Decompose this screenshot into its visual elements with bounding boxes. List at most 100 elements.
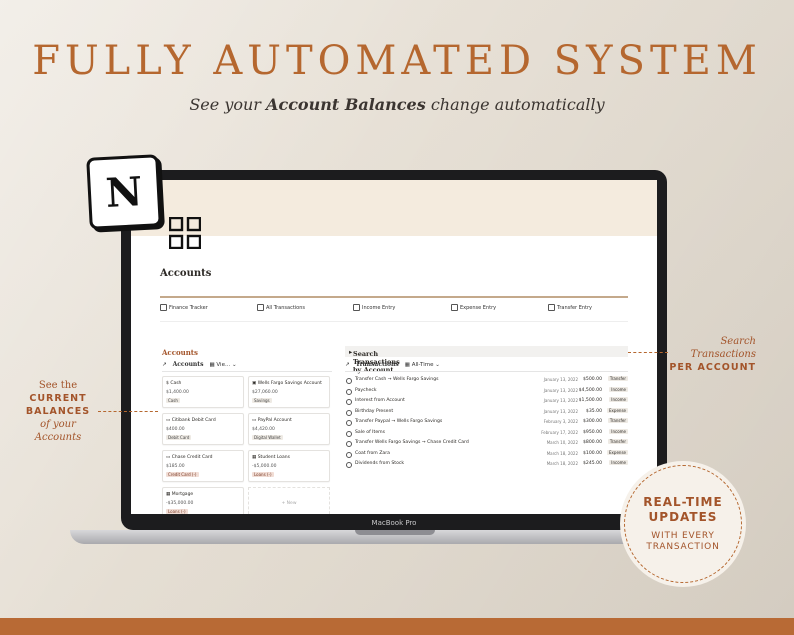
filter-label: All-Time <box>411 361 434 368</box>
tx-name: Birthday Present <box>355 408 394 414</box>
transaction-row[interactable]: Transfer Wells Fargo Savings → Chase Cre… <box>345 439 628 449</box>
account-card-citibank[interactable]: ▭ Citibank Debit Card $400.00 Debit Card <box>162 413 244 445</box>
checkbox-icon[interactable] <box>346 451 352 458</box>
account-label: Mortgage <box>171 492 194 497</box>
account-label: Cash <box>170 381 182 386</box>
tx-type: Transfer <box>607 439 628 444</box>
account-tag: Digital Wallet <box>252 435 283 440</box>
new-account-button[interactable]: + New <box>248 487 330 514</box>
loan-icon: ▦ <box>166 492 171 497</box>
tx-date: March 18, 2022 <box>546 461 578 466</box>
badge-line: UPDATES <box>648 510 718 524</box>
accounts-view-bar: ↗ Accounts ▦ Vie... ⌄ <box>162 361 237 368</box>
account-name: ▭ Chase Credit Card <box>166 455 213 460</box>
account-card-chase[interactable]: ▭ Chase Credit Card $185.00 Credit Card … <box>162 450 244 482</box>
subline-pre: See your <box>189 95 267 114</box>
transaction-row[interactable]: Transfer Paypal → Wells Fargo Savings Feb… <box>345 418 628 428</box>
current-balances-note: See the CURRENT BALANCES of your Account… <box>20 379 96 444</box>
per-account-note: Search Transactions PER ACCOUNT <box>668 335 756 374</box>
account-card-mortgage[interactable]: ▦ Mortgage -$35,000.00 Loans (-) <box>162 487 244 514</box>
title-divider <box>160 296 628 298</box>
subline-post: change automatically <box>425 95 605 114</box>
page-link-icon <box>451 304 458 311</box>
subline: See your Account Balances change automat… <box>0 95 794 114</box>
grid-icon <box>169 217 201 249</box>
bank-icon: ▣ <box>252 381 257 386</box>
account-card-wells-fargo[interactable]: ▣ Wells Fargo Savings Account $27,060.00… <box>248 376 330 408</box>
search-transactions-toggle[interactable]: ▸ Search Transactions by Account <box>345 346 628 374</box>
transaction-row[interactable]: Coat from Zara March 18, 2022 $100.00 Expen… <box>345 449 628 460</box>
checkbox-icon[interactable] <box>346 462 352 468</box>
tx-date: March 10, 2022 <box>546 440 578 445</box>
toggle-label: ▸ Search Transactions by Account <box>349 348 400 374</box>
account-name: ▦ Student Loans <box>252 455 290 460</box>
nav-all-transactions[interactable]: All Transactions <box>257 304 305 311</box>
nav-finance-tracker[interactable]: Finance Tracker <box>160 304 208 311</box>
tx-date: January 13, 2022 <box>543 377 578 382</box>
note-line: BALANCES <box>25 406 91 417</box>
transaction-row[interactable]: Birthday Present January 13, 2022 $35.00 Ex… <box>345 407 628 418</box>
checkbox-icon[interactable] <box>346 378 352 384</box>
transaction-row[interactable]: Sale of Items February 17, 2022 $950.00 Inc… <box>345 428 628 439</box>
account-balance: $1,400.00 <box>166 390 189 395</box>
view-switch[interactable]: ▦ Vie... ⌄ <box>209 362 236 368</box>
dollar-icon: $ <box>166 381 169 386</box>
tx-date: March 18, 2022 <box>546 450 578 456</box>
account-card-student-loans[interactable]: ▦ Student Loans -$5,000.00 Loans (-) <box>248 450 330 482</box>
transaction-row[interactable]: Paycheck January 13, 2022 $4,500.00 Income <box>345 386 628 397</box>
tx-name: Interest from Account <box>355 398 405 403</box>
note-line: Search <box>720 336 756 347</box>
accounts-view-tab[interactable]: Accounts <box>173 361 204 368</box>
checkbox-icon[interactable] <box>346 399 352 405</box>
account-name: ▣ Wells Fargo Savings Account <box>252 381 322 386</box>
nav-income-entry[interactable]: Income Entry <box>353 304 395 311</box>
account-label: Wells Fargo Savings Account <box>257 381 322 386</box>
laptop-screen: Accounts Finance Tracker All Transaction… <box>131 180 657 514</box>
transaction-row[interactable]: Dividends from Stock March 18, 2022 $245.0… <box>345 460 628 470</box>
transactions-view-bar: ↗ Transactions ▦ All-Time ⌄ <box>345 361 440 368</box>
tx-amount: $800.00 <box>583 440 602 445</box>
arrow-icon: ↗ <box>162 361 167 368</box>
account-name: ▭ PayPal Account <box>252 418 292 423</box>
tx-date: January 13, 2022 <box>543 387 578 393</box>
account-tag: Cash <box>166 398 180 403</box>
tx-type: Income <box>609 397 628 402</box>
checkbox-icon[interactable] <box>346 388 352 395</box>
account-name: ▭ Citibank Debit Card <box>166 418 216 423</box>
tx-amount: $100.00 <box>583 450 602 456</box>
badge-line: WITH EVERY <box>651 531 715 541</box>
account-balance: $185.00 <box>166 464 185 469</box>
transaction-row[interactable]: Transfer Cash → Wells Fargo Savings Janua… <box>345 376 628 386</box>
view-switch-label: Vie... <box>216 361 231 368</box>
headline: FULLY AUTOMATED SYSTEM <box>32 38 762 84</box>
tx-type: Expense <box>607 407 628 413</box>
tx-name: Transfer Cash → Wells Fargo Savings <box>355 377 439 382</box>
account-card-paypal[interactable]: ▭ PayPal Account $4,420.00 Digital Walle… <box>248 413 330 445</box>
account-label: Chase Credit Card <box>171 455 213 460</box>
note-line: Transactions <box>690 349 756 360</box>
account-balance: -$5,000.00 <box>252 464 277 469</box>
checkbox-icon[interactable] <box>346 441 352 447</box>
nav-expense-entry[interactable]: Expense Entry <box>451 304 496 311</box>
device-label: MacBook Pro <box>371 519 417 527</box>
tx-name: Dividends from Stock <box>355 461 405 466</box>
account-tag: Loans (-) <box>252 472 274 477</box>
card-icon: ▭ <box>166 418 171 423</box>
tx-name: Paycheck <box>355 387 377 393</box>
checkbox-icon[interactable] <box>346 430 352 437</box>
arrow-icon: ↗ <box>345 361 350 368</box>
checkbox-icon[interactable] <box>346 420 352 426</box>
nav-links: Finance Tracker All Transactions Income … <box>160 304 628 316</box>
nav-label: Finance Tracker <box>169 304 208 311</box>
transaction-row[interactable]: Interest from Account January 13, 2022 $1,… <box>345 397 628 407</box>
left-leader-line <box>98 411 158 412</box>
tx-amount: $245.00 <box>583 461 602 466</box>
filter-dropdown[interactable]: ▦ All-Time ⌄ <box>405 362 440 368</box>
account-tag: Loans (-) <box>166 509 188 514</box>
account-card-cash[interactable]: $ Cash $1,400.00 Cash <box>162 376 244 408</box>
page-link-icon <box>548 304 555 311</box>
transactions-view-tab[interactable]: Transactions <box>356 361 399 368</box>
page-link-icon <box>160 304 167 311</box>
checkbox-icon[interactable] <box>346 409 352 416</box>
nav-transfer-entry[interactable]: Transfer Entry <box>548 304 592 311</box>
